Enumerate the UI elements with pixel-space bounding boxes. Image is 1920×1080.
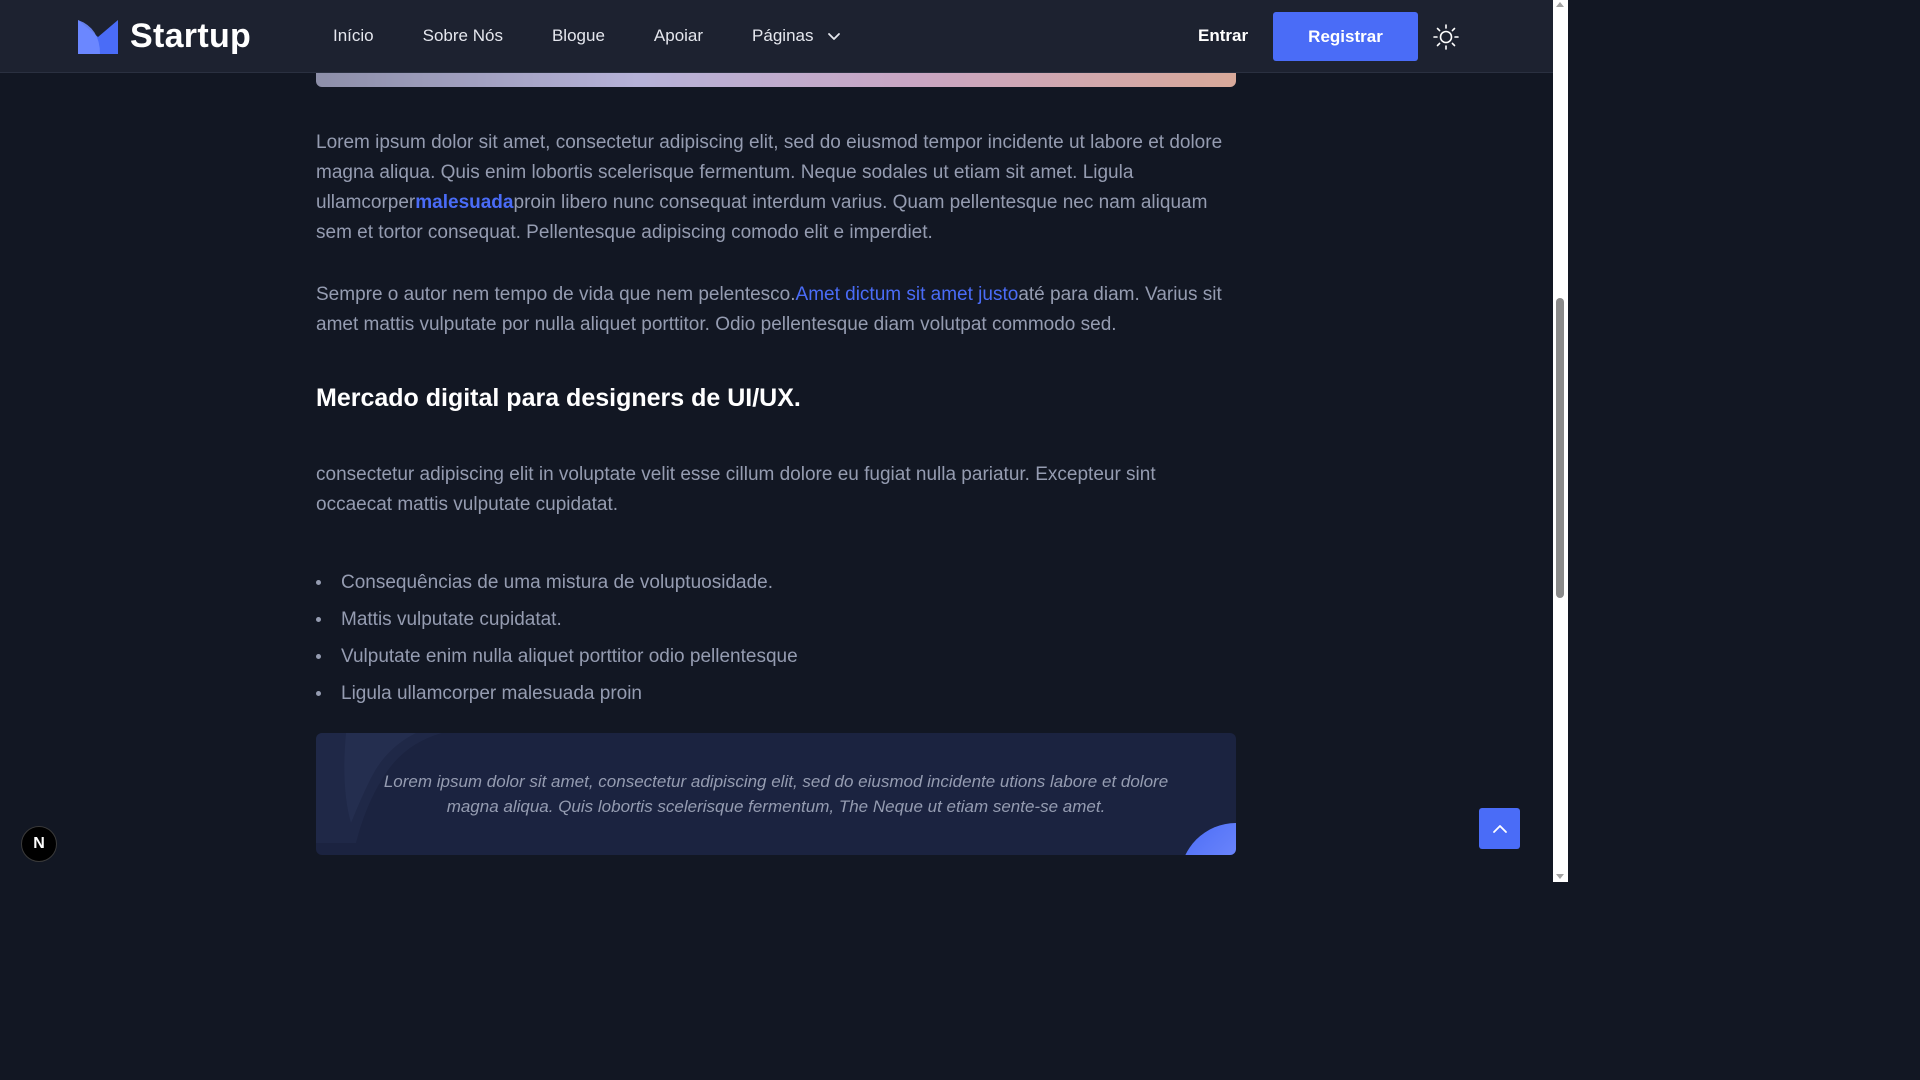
paragraph-second-text-1: Sempre o autor nem tempo de vida que nem… (316, 284, 796, 305)
hero-image (316, 73, 1236, 87)
list-item: Vulputate enim nulla aliquet porttitor o… (316, 638, 1236, 675)
register-button[interactable]: Registrar (1273, 12, 1418, 61)
blockquote: Lorem ipsum dolor sit amet, consectetur … (316, 733, 1236, 855)
section-heading: Mercado digital para designers de UI/UX. (316, 384, 801, 412)
article-body: Lorem ipsum dolor sit amet, consectetur … (316, 128, 1236, 712)
list-item: Mattis vulputate cupidatat. (316, 601, 1236, 638)
amet-dictum-link[interactable]: Amet dictum sit amet justo (796, 284, 1019, 305)
paragraph-third: consectetur adipiscing elit in voluptate… (316, 464, 1156, 515)
nav-item-paginas[interactable]: Páginas (752, 26, 841, 46)
bullet-list: Consequências de uma mistura de voluptuo… (316, 564, 1236, 712)
nav-item-sobre-nos[interactable]: Sobre Nós (423, 26, 503, 46)
paragraph-intro: Lorem ipsum dolor sit amet, consectetur … (316, 128, 1236, 248)
signin-link[interactable]: Entrar (1198, 26, 1248, 46)
logo-mark-icon (78, 19, 118, 54)
main-nav: Início Sobre Nós Blogue Apoiar Páginas (333, 26, 890, 46)
scroll-up-arrow-icon[interactable] (1556, 2, 1564, 7)
nav-item-apoiar[interactable]: Apoiar (654, 26, 703, 46)
scroll-down-arrow-icon[interactable] (1556, 874, 1564, 879)
nav-item-paginas-label: Páginas (752, 26, 814, 45)
logo-text: Startup (130, 17, 252, 55)
chevron-down-icon (828, 33, 841, 40)
nav-item-inicio[interactable]: Início (333, 26, 374, 46)
back-to-top-button[interactable] (1479, 808, 1520, 849)
sun-icon[interactable] (1432, 23, 1460, 51)
dev-indicator-badge[interactable]: N (21, 826, 57, 862)
chevron-up-icon (1492, 824, 1507, 833)
nav-item-blogue[interactable]: Blogue (552, 26, 605, 46)
decorative-circle (1185, 823, 1236, 855)
list-item: Consequências de uma mistura de voluptuo… (316, 564, 1236, 601)
malesuada-link[interactable]: malesuada (415, 192, 513, 213)
paragraph-second: Sempre o autor nem tempo de vida que nem… (316, 280, 1236, 340)
quote-text: Lorem ipsum dolor sit amet, consectetur … (383, 772, 1169, 816)
list-item: Ligula ullamcorper malesuada proin (316, 675, 1236, 712)
logo[interactable]: Startup (78, 17, 251, 56)
scroll-thumb[interactable] (1556, 298, 1564, 598)
site-header: Startup Início Sobre Nós Blogue Apoiar P… (0, 0, 1553, 73)
scrollbar[interactable] (1553, 0, 1568, 882)
